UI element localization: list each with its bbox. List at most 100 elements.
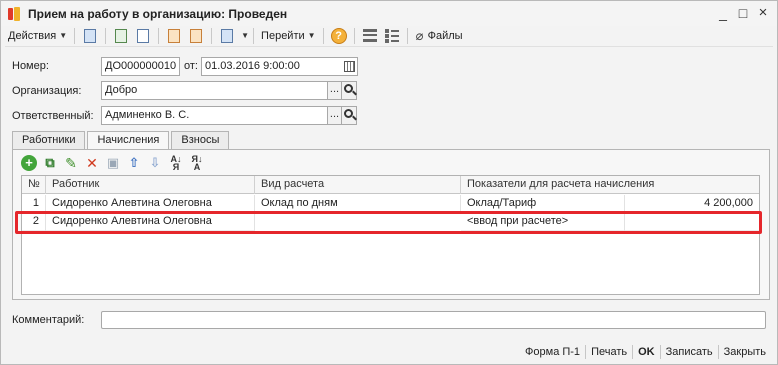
create-based-on-button[interactable] [165, 27, 183, 45]
list-icon [362, 29, 377, 42]
table-row[interactable]: 2 Сидоренко Алевтина Олеговна Индексация… [22, 213, 759, 231]
toolbar-separator [211, 27, 213, 44]
app-logo-icon [6, 6, 22, 22]
organization-label: Организация: [12, 85, 82, 97]
date-field[interactable]: 01.03.2016 9:00:00 [201, 57, 358, 76]
toolbar-separator [158, 27, 160, 44]
number-label: Номер: [12, 60, 49, 72]
accruals-table: № Работник Вид расчета Показатели для ра… [21, 175, 760, 295]
form-p1-button[interactable]: Форма П-1 [520, 346, 585, 358]
cell-indicator-value[interactable]: 4 200,000 [625, 195, 759, 213]
movements-button[interactable] [187, 27, 205, 45]
main-toolbar: Действия ▼ ▼ Перейти ▼ ? ⌀ Файлы [5, 25, 773, 47]
paperclip-icon: ⌀ [415, 27, 424, 43]
post-icon [115, 28, 128, 43]
print-button[interactable]: Печать [586, 346, 632, 358]
post-and-close-button[interactable] [81, 27, 99, 45]
search-icon [344, 109, 353, 118]
calendar-icon[interactable] [344, 61, 355, 72]
movements-icon [190, 28, 203, 43]
responsible-select-button[interactable]: ... [327, 106, 342, 125]
dropdown-arrow-icon: ▼ [307, 31, 316, 40]
column-header-employee[interactable]: Работник [46, 176, 255, 194]
add-row-icon[interactable]: + [21, 155, 37, 171]
tree-view-button[interactable] [383, 27, 401, 45]
sort-descending-icon[interactable]: Я↓ А [189, 155, 205, 172]
table-row[interactable]: 1 Сидоренко Алевтина Олеговна Оклад по д… [22, 195, 759, 213]
sort-ascending-icon[interactable]: А↓ Я [168, 155, 184, 172]
cell-calc-type-selected[interactable]: Индексация зарплаты [255, 213, 461, 231]
move-up-icon[interactable]: ⇧ [126, 155, 142, 171]
title-bar: Прием на работу в организацию: Проведен … [1, 1, 777, 26]
structure-icon [221, 28, 234, 43]
list-view-button[interactable] [361, 27, 379, 45]
files-label: Файлы [427, 29, 463, 42]
tree-icon [384, 29, 399, 42]
table-toolbar: + ⧉ ✎ ✕ ▣ ⇧ ⇩ А↓ Я Я↓ А [21, 154, 210, 172]
number-field[interactable]: ДО000000010 [101, 57, 180, 76]
goto-menu[interactable]: Перейти ▼ [258, 26, 319, 46]
delete-row-icon[interactable]: ✕ [84, 155, 100, 171]
table-header: № Работник Вид расчета Показатели для ра… [22, 176, 759, 194]
actions-menu-label: Действия [8, 29, 57, 42]
cell-number: 2 [22, 213, 46, 231]
responsible-open-button[interactable] [342, 106, 357, 125]
save-row-icon[interactable]: ▣ [105, 155, 121, 171]
date-value: 01.03.2016 9:00:00 [205, 60, 300, 72]
files-button[interactable]: ⌀ Файлы [412, 26, 466, 46]
column-header-number[interactable]: № [22, 176, 46, 194]
maximize-button[interactable]: □ [733, 4, 753, 22]
close-window-button[interactable]: × [753, 4, 773, 22]
post-close-icon [84, 28, 97, 43]
accruals-panel: + ⧉ ✎ ✕ ▣ ⇧ ⇩ А↓ Я Я↓ А № Работник Вид рас… [12, 149, 770, 300]
structure-button[interactable] [218, 27, 236, 45]
actions-menu[interactable]: Действия ▼ [5, 26, 70, 46]
help-icon: ? [330, 27, 347, 44]
cell-indicator[interactable]: <ввод при расчете> [461, 213, 625, 231]
copy-row-icon[interactable]: ⧉ [42, 155, 58, 171]
window-title: Прием на работу в организацию: Проведен [28, 6, 288, 21]
tab-contributions[interactable]: Взносы [171, 131, 230, 150]
cell-indicator[interactable]: Оклад/Тариф [461, 195, 625, 213]
goto-menu-label: Перейти [261, 29, 305, 42]
cell-indicator-value[interactable] [625, 213, 759, 231]
responsible-label: Ответственный: [12, 110, 94, 122]
document-window: Прием на работу в организацию: Проведен … [0, 0, 778, 365]
refresh-icon [137, 28, 150, 43]
edit-row-icon[interactable]: ✎ [63, 155, 79, 171]
close-button[interactable]: Закрыть [719, 346, 771, 358]
organization-field[interactable]: Добро [101, 81, 328, 100]
responsible-field[interactable]: Админенко В. С. [101, 106, 328, 125]
tab-employees[interactable]: Работники [12, 131, 86, 150]
tab-accruals[interactable]: Начисления [87, 131, 170, 151]
toolbar-separator [353, 27, 355, 44]
cell-number: 1 [22, 195, 46, 213]
dropdown-arrow-icon[interactable]: ▼ [241, 31, 249, 40]
move-down-icon[interactable]: ⇩ [147, 155, 163, 171]
help-button[interactable]: ? [330, 27, 348, 45]
refresh-button[interactable] [134, 27, 152, 45]
organization-open-button[interactable] [342, 81, 357, 100]
toolbar-separator [253, 27, 255, 44]
toolbar-separator [74, 27, 76, 44]
comment-field[interactable] [101, 311, 766, 329]
bottom-bar: Форма П-1 Печать OK Записать Закрыть [1, 339, 777, 364]
create-based-icon [168, 28, 181, 43]
dropdown-arrow-icon: ▼ [59, 31, 68, 40]
toolbar-separator [322, 27, 324, 44]
comment-label: Комментарий: [12, 314, 85, 326]
date-label: от: [184, 60, 198, 72]
column-header-calc-type[interactable]: Вид расчета [255, 176, 461, 194]
organization-select-button[interactable]: ... [327, 81, 342, 100]
ok-button[interactable]: OK [633, 346, 660, 358]
post-button[interactable] [112, 27, 130, 45]
minimize-button[interactable]: _ [713, 4, 733, 22]
column-header-indicators[interactable]: Показатели для расчета начисления [461, 176, 759, 194]
toolbar-separator [105, 27, 107, 44]
search-icon [344, 84, 353, 93]
toolbar-separator [406, 27, 408, 44]
cell-calc-type[interactable]: Оклад по дням [255, 195, 461, 213]
cell-employee[interactable]: Сидоренко Алевтина Олеговна [46, 213, 255, 231]
write-button[interactable]: Записать [661, 346, 718, 358]
cell-employee[interactable]: Сидоренко Алевтина Олеговна [46, 195, 255, 213]
